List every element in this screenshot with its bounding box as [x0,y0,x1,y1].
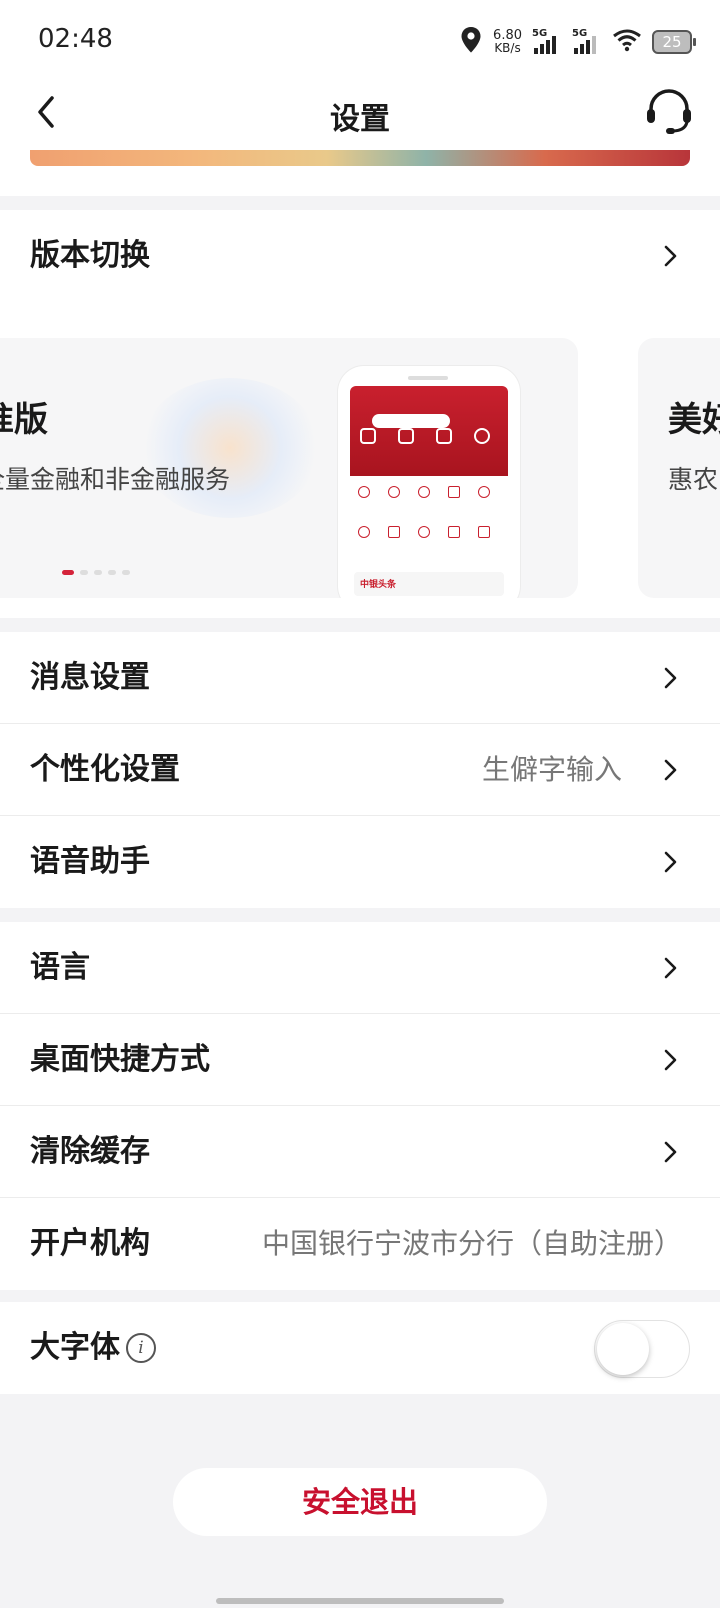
carousel-dot [94,570,102,575]
large-font-toggle[interactable] [594,1320,690,1378]
carousel-dot [80,570,88,575]
preview-grid-icon [478,486,490,498]
version-card-title: 美好 [668,400,720,440]
personalization-settings-row[interactable]: 个性化设置 生僻字输入 [0,724,720,816]
status-time: 02:48 [38,24,113,54]
version-card-title: 准版 [0,400,48,440]
preview-grid-icon [358,486,370,498]
battery-icon: 25 [652,30,696,54]
chevron-right-icon [664,245,677,267]
chevron-right-icon [664,667,677,689]
version-switch-label: 版本切换 [30,238,150,273]
toggle-knob [597,1323,649,1375]
settings-row-label: 开户机构 [30,1226,150,1261]
version-card-subtitle: 全量金融和非金融服务 [0,465,231,494]
preview-grid-icon [358,526,370,538]
preview-grid-icon [388,486,400,498]
version-card-subtitle: 惠农 [668,465,719,494]
page-title: 设置 [330,102,390,137]
version-card-standard[interactable]: 准版 全量金融和非金融服务 [0,338,578,598]
chevron-right-icon [664,851,677,873]
large-font-row: 大字体 i [0,1302,720,1394]
chevron-right-icon [664,957,677,979]
account-branch-row: 开户机构 中国银行宁波市分行（自助注册） [0,1198,720,1290]
preview-grid-icon [388,526,400,538]
chevron-right-icon [664,1049,677,1071]
preview-grid-icon [448,526,460,538]
chevron-right-icon [664,759,677,781]
network-speed-unit: KB/s [494,41,521,55]
preview-transfer-icon [436,428,452,444]
account-branch-value: 中国银行宁波市分行（自助注册） [261,1227,682,1260]
carousel-indicator [62,570,130,575]
preview-grid-icon [478,526,490,538]
home-indicator[interactable] [216,1598,504,1604]
top-area: 02:48 6.80 KB/s 5G 5G 25 设置 [0,0,720,196]
large-font-section: 大字体 i [0,1302,720,1394]
settings-row-label: 桌面快捷方式 [30,1042,210,1077]
carousel-dot [122,570,130,575]
carousel-dot-active [62,570,74,575]
desktop-shortcut-row[interactable]: 桌面快捷方式 [0,1014,720,1106]
settings-row-label: 消息设置 [30,660,150,695]
logout-button[interactable]: 安全退出 [173,1468,547,1536]
settings-row-label: 语音助手 [30,844,150,879]
status-bar: 02:48 6.80 KB/s 5G 5G 25 [0,0,720,80]
wifi-icon [612,28,642,56]
settings-group-1: 消息设置 个性化设置 生僻字输入 语音助手 [0,632,720,908]
settings-row-label: 个性化设置 [30,752,180,787]
navigation-header: 设置 [0,80,720,150]
language-row[interactable]: 语言 [0,922,720,1014]
preview-news-strip: 中银头条 [354,572,504,596]
preview-grid-icon [418,486,430,498]
settings-group-2: 语言 桌面快捷方式 清除缓存 开户机构 中国银行宁波市分行（自助注册） [0,922,720,1290]
network-speed: 6.80 KB/s [493,29,522,55]
signal-5g-icon: 5G [532,28,562,56]
version-card-next[interactable]: 美好 惠农 [638,338,720,598]
preview-scan-icon [360,428,376,444]
settings-row-label: 清除缓存 [30,1134,150,1169]
info-icon[interactable]: i [126,1333,156,1363]
carousel-dot [108,570,116,575]
customer-service-button[interactable] [644,86,694,136]
promo-banner-image[interactable] [30,150,690,166]
battery-level: 25 [662,33,682,51]
signal-5g-icon: 5G [572,28,602,56]
version-carousel[interactable]: 准版 全量金融和非金融服务 [0,332,720,604]
settings-row-label: 语言 [30,950,90,985]
preview-grid-icon [448,486,460,498]
chevron-right-icon [664,1141,677,1163]
preview-pay-icon [398,428,414,444]
location-icon [459,26,483,58]
preview-grid-icon [418,526,430,538]
preview-account-icon [474,428,490,444]
version-switch-row[interactable]: 版本切换 [0,210,720,302]
settings-row-value: 生僻字输入 [481,753,622,786]
status-icons: 6.80 KB/s 5G 5G 25 [459,22,696,62]
phone-preview-image: 中银头条 [338,366,520,598]
clear-cache-row[interactable]: 清除缓存 [0,1106,720,1198]
large-font-label: 大字体 [30,1330,120,1365]
voice-assistant-row[interactable]: 语音助手 [0,816,720,908]
preview-news-label: 中银头条 [360,580,397,590]
message-settings-row[interactable]: 消息设置 [0,632,720,724]
preview-search-bar [372,414,450,428]
headset-icon [647,89,691,134]
